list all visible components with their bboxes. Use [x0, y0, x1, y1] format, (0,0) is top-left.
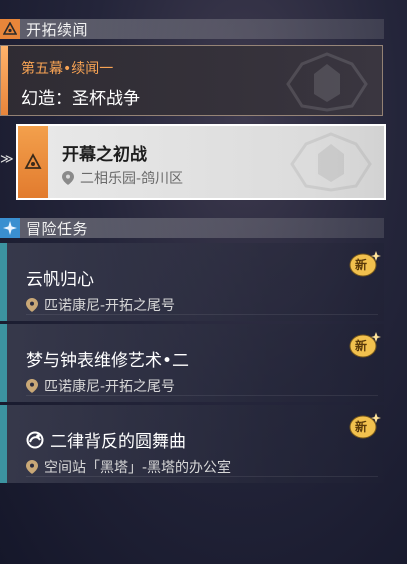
mission-title: 梦与钟表维修艺术•二 [26, 351, 190, 371]
section-header-continuance: 开拓续闻 [0, 19, 384, 39]
location-text: 空间站「黑塔」-黑塔的办公室 [44, 460, 232, 476]
new-badge-label: 新 [355, 258, 368, 272]
new-badge-label: 新 [355, 339, 368, 353]
divider [26, 314, 378, 315]
quest-title: 幻造：圣杯战争 [21, 89, 140, 109]
trailblaze-icon [0, 19, 20, 39]
faction-emblem-icon [290, 132, 372, 192]
location-pin-icon [26, 298, 38, 312]
location-pin-icon [62, 171, 74, 185]
location-pin-icon [26, 379, 38, 393]
mission-stripe [0, 405, 7, 483]
quest-type-badge [18, 126, 48, 198]
selection-arrow-icon: ≫ [0, 152, 14, 167]
mission-item[interactable]: 二律背反的圆舞曲 空间站「黑塔」-黑塔的办公室 新 [0, 405, 384, 483]
location-text: 匹诺康尼-开拓之尾号 [44, 379, 176, 395]
new-badge: 新 [348, 249, 382, 279]
new-badge: 新 [348, 330, 382, 360]
card-stripe [1, 46, 8, 115]
mission-item[interactable]: 云帆归心 匹诺康尼-开拓之尾号 新 [0, 243, 384, 321]
section-title: 开拓续闻 [26, 20, 89, 39]
mission-title: 云帆归心 [26, 270, 94, 290]
divider [26, 395, 378, 396]
new-badge-label: 新 [355, 420, 368, 434]
quest-location: 二相乐园-鸽川区 [62, 168, 183, 188]
quest-chapter: 第五幕•续闻一 [21, 61, 114, 77]
section-header-adventure: 冒险任务 [0, 218, 384, 238]
mission-title: 二律背反的圆舞曲 [26, 427, 186, 452]
mission-stripe [0, 243, 7, 321]
mission-location: 匹诺康尼-开拓之尾号 [26, 376, 175, 396]
mission-item[interactable]: 梦与钟表维修艺术•二 匹诺康尼-开拓之尾号 新 [0, 324, 384, 402]
location-pin-icon [26, 460, 38, 474]
location-text: 二相乐园-鸽川区 [80, 171, 184, 187]
section-title: 冒险任务 [26, 219, 89, 238]
trailblaze-quest-icon [24, 153, 42, 169]
quest-title: 开幕之初战 [62, 145, 147, 165]
mission-location: 空间站「黑塔」-黑塔的办公室 [26, 457, 231, 477]
continuance-quest-card[interactable]: 第五幕•续闻一 幻造：圣杯战争 [0, 45, 383, 116]
mission-type-icon [26, 431, 44, 448]
selected-quest-card[interactable]: 开幕之初战 二相乐园-鸽川区 [16, 124, 386, 200]
mission-title-text: 二律背反的圆舞曲 [50, 432, 186, 452]
mission-location: 匹诺康尼-开拓之尾号 [26, 295, 175, 315]
mission-stripe [0, 324, 7, 402]
new-badge: 新 [348, 411, 382, 441]
divider [26, 476, 378, 477]
adventure-sparkle-icon [0, 218, 20, 238]
faction-emblem-icon [286, 52, 368, 112]
location-text: 匹诺康尼-开拓之尾号 [44, 298, 176, 314]
